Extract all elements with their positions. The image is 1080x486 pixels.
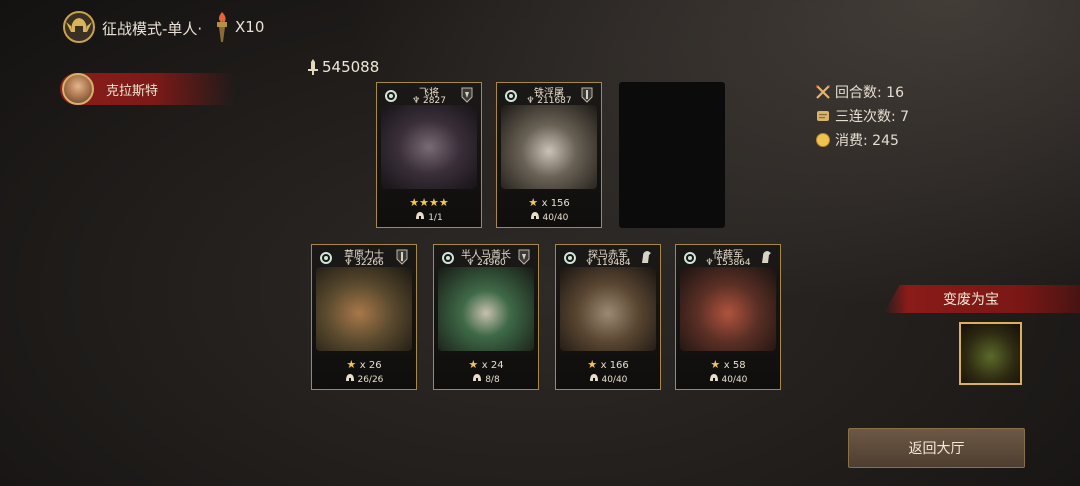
total-power: 545088 <box>306 58 379 76</box>
helmet-icon <box>416 212 425 219</box>
unit-stars: ★ x 26 <box>346 358 382 371</box>
unit-card[interactable]: 飞将 ♆ 2827 ★★★★ 1/1 <box>376 82 482 228</box>
unit-portrait <box>560 267 656 351</box>
unit-troops: 8/8 <box>434 373 538 385</box>
unit-troops: 40/40 <box>497 211 601 223</box>
unit-card[interactable]: 怯薛军 ♆ 153864 ★ x 58 40/40 <box>675 244 781 390</box>
helmet-icon <box>709 374 718 381</box>
unit-stars: ★ x 24 <box>468 358 504 371</box>
unit-power: ♆ 211687 <box>526 96 572 106</box>
unit-power: ♆ 32266 <box>344 258 384 268</box>
unit-stars: ★ x 58 <box>710 358 746 371</box>
unit-stars: ★★★★ <box>409 196 449 209</box>
unit-card[interactable]: 铁浮屠 ♆ 211687 ★ x 156 40/40 <box>496 82 602 228</box>
unit-card[interactable]: 探马赤军 ♆ 119484 ★ x 166 40/40 <box>555 244 661 390</box>
transform-item[interactable] <box>959 322 1022 385</box>
unit-power: ♆ 119484 <box>585 258 631 268</box>
unit-power: ♆ 2827 <box>412 96 446 106</box>
unit-troops: 40/40 <box>676 373 780 385</box>
helmet-emblem-icon <box>63 11 95 43</box>
unit-stars: ★ x 166 <box>587 358 629 371</box>
helmet-icon <box>589 374 598 381</box>
rounds-value: 回合数: 16 <box>835 85 904 101</box>
triple-value: 三连次数: 7 <box>835 109 910 125</box>
torch-icon <box>217 12 227 42</box>
helmet-icon <box>530 212 539 219</box>
reward-multiplier: X10 <box>235 18 265 36</box>
helmet-icon <box>473 374 482 381</box>
unit-power: ♆ 153864 <box>705 258 751 268</box>
unit-troops: 1/1 <box>377 211 481 223</box>
unit-portrait <box>501 105 597 189</box>
empty-slot[interactable] <box>619 82 725 228</box>
scroll-icon <box>817 111 829 121</box>
crossed-swords-icon <box>816 85 830 99</box>
unit-portrait <box>381 105 477 189</box>
cost-value: 消费: 245 <box>835 133 899 149</box>
unit-card[interactable]: 草原力士 ♆ 32266 ★ x 26 26/26 <box>311 244 417 390</box>
rounds-stat: 回合数: 16 <box>815 82 904 102</box>
player-name: 克拉斯特 <box>106 84 159 99</box>
total-power-value: 545088 <box>322 58 380 76</box>
unit-power: ♆ 24960 <box>466 258 506 268</box>
unit-troops: 26/26 <box>312 373 416 385</box>
unit-portrait <box>680 267 776 351</box>
helmet-icon <box>345 374 354 381</box>
unit-portrait <box>316 267 412 351</box>
unit-card[interactable]: 半人马酋长 ♆ 24960 ★ x 24 8/8 <box>433 244 539 390</box>
unit-troops: 40/40 <box>556 373 660 385</box>
transform-label: 变废为宝 <box>943 292 999 308</box>
unit-portrait <box>438 267 534 351</box>
return-lobby-button[interactable]: 返回大厅 <box>848 428 1025 468</box>
avatar[interactable] <box>62 73 94 105</box>
unit-stars: ★ x 156 <box>528 196 570 209</box>
cost-stat: 消费: 245 <box>815 130 899 150</box>
sword-power-icon <box>308 59 318 75</box>
mode-title: 征战模式-单人· <box>102 20 203 38</box>
triple-stat: 三连次数: 7 <box>815 106 909 126</box>
gold-coin-icon <box>816 133 830 147</box>
